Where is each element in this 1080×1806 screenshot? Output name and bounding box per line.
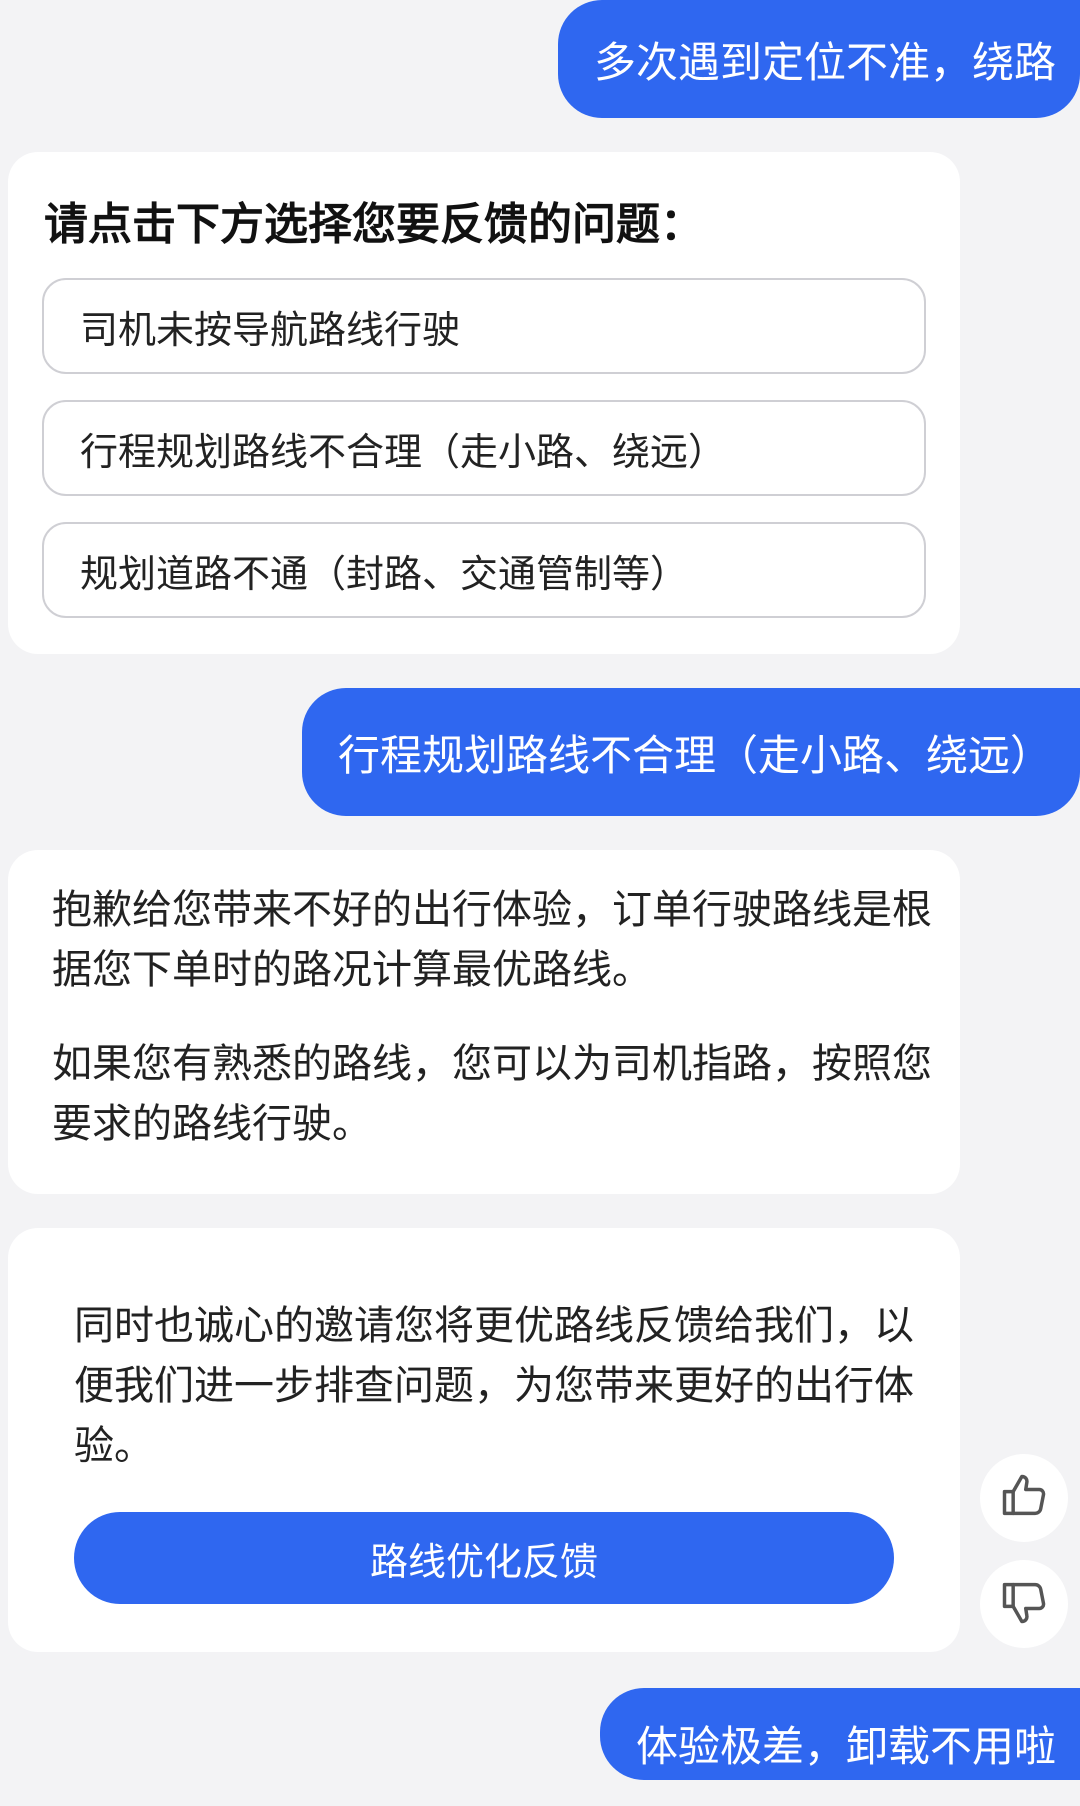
bot-reply-2: 同时也诚心的邀请您将更优路线反馈给我们，以便我们进一步排查问题，为您带来更好的出… (8, 1228, 960, 1652)
option-driver-off-route[interactable]: 司机未按导航路线行驶 (42, 278, 926, 374)
user-message-2: 行程规划路线不合理（走小路、绕远） (302, 688, 1080, 816)
user-message-1: 多次遇到定位不准，绕路 (558, 0, 1080, 118)
option-unreasonable-route[interactable]: 行程规划路线不合理（走小路、绕远） (42, 400, 926, 496)
like-button[interactable] (980, 1454, 1068, 1542)
user-message-3-text: 体验极差，卸载不用啦 (636, 1722, 1057, 1771)
bot-reply-1-paragraph-1: 抱歉给您带来不好的出行体验，订单行驶路线是根据您下单时的路况计算最优路线。 (52, 887, 932, 993)
route-optimization-feedback-button[interactable]: 路线优化反馈 (74, 1512, 894, 1604)
user-message-3: 体验极差，卸载不用啦 (600, 1688, 1080, 1780)
bot-reply-2-text: 同时也诚心的邀请您将更优路线反馈给我们，以便我们进一步排查问题，为您带来更好的出… (74, 1303, 914, 1469)
thumbs-down-icon (998, 1576, 1050, 1632)
dislike-button[interactable] (980, 1560, 1068, 1648)
user-message-1-text: 多次遇到定位不准，绕路 (594, 37, 1057, 87)
route-optimization-feedback-label: 路线优化反馈 (369, 1539, 598, 1584)
bot-reply-1: 抱歉给您带来不好的出行体验，订单行驶路线是根据您下单时的路况计算最优路线。 如果… (8, 850, 960, 1194)
issue-selection-title: 请点击下方选择您要反馈的问题： (44, 199, 704, 250)
thumbs-up-icon (998, 1470, 1050, 1526)
issue-selection-card: 请点击下方选择您要反馈的问题： 司机未按导航路线行驶 行程规划路线不合理（走小路… (8, 152, 960, 654)
chat-thread: 多次遇到定位不准，绕路 请点击下方选择您要反馈的问题： 司机未按导航路线行驶 行… (0, 0, 1080, 1806)
user-message-2-text: 行程规划路线不合理（走小路、绕远） (338, 730, 1053, 780)
option-road-blocked[interactable]: 规划道路不通（封路、交通管制等） (42, 522, 926, 618)
bot-reply-1-paragraph-2: 如果您有熟悉的路线，您可以为司机指路，按照您要求的路线行驶。 (52, 1041, 932, 1147)
